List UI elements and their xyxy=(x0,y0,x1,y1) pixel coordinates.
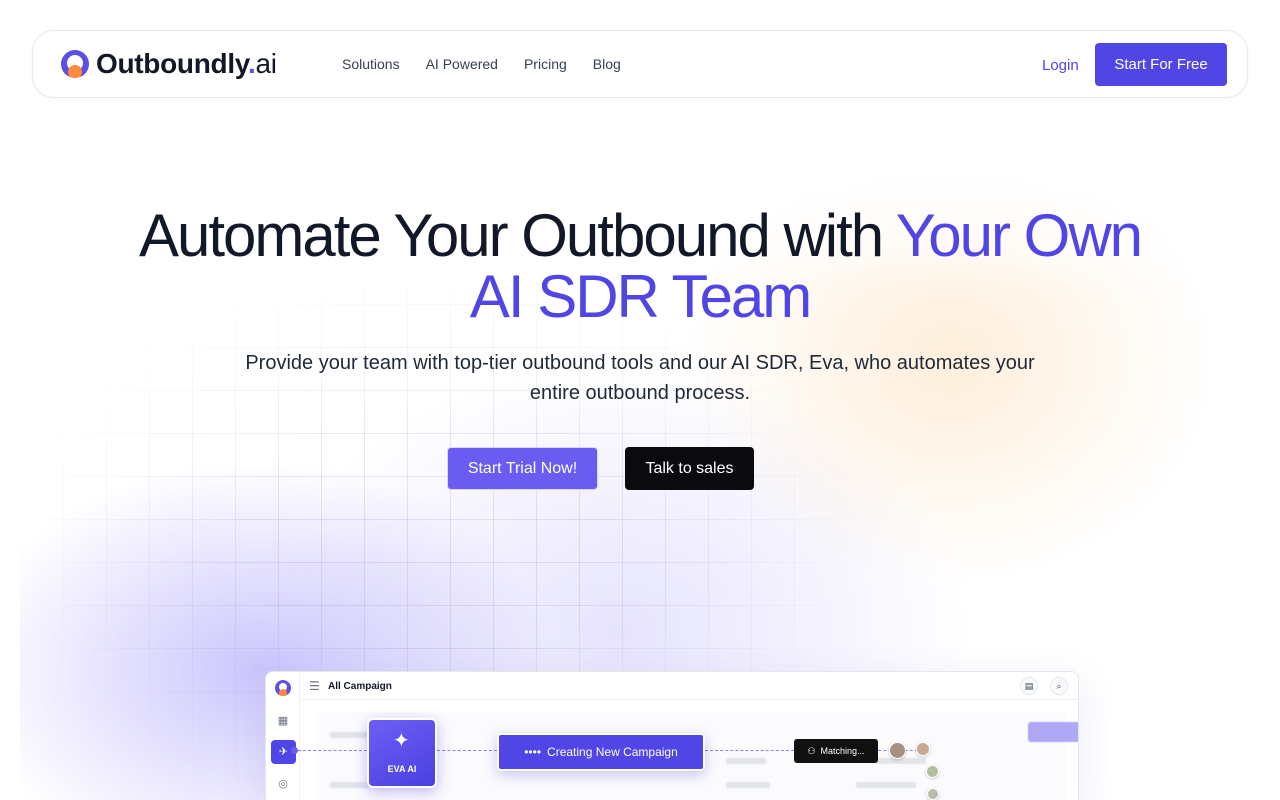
start-for-free-button[interactable]: Start For Free xyxy=(1095,43,1227,86)
app-page-title: All Campaign xyxy=(328,681,392,692)
matching-chip: ⚇ Matching... xyxy=(794,739,878,763)
flag-icon[interactable]: ▤ xyxy=(1020,677,1038,695)
table-row xyxy=(856,782,916,788)
app-topbar: ☰ All Campaign ▤ ⌕ ⇅ xyxy=(300,672,1078,700)
avatar xyxy=(927,788,939,800)
avatar xyxy=(916,742,930,756)
hero-subtitle: Provide your team with top-tier outbound… xyxy=(245,352,1035,404)
nav-item-ai-powered[interactable]: AI Powered xyxy=(426,56,498,72)
login-link[interactable]: Login xyxy=(1042,57,1079,74)
logo-wordmark: Outboundly.ai xyxy=(96,48,277,79)
search-icon[interactable]: ⌕ xyxy=(1050,677,1068,695)
start-trial-button[interactable]: Start Trial Now! xyxy=(447,447,598,490)
avatar xyxy=(926,765,939,778)
globe-icon[interactable]: ◎ xyxy=(276,777,290,791)
talk-to-sales-button[interactable]: Talk to sales xyxy=(625,447,754,490)
logo-mark-icon xyxy=(61,50,89,78)
nav-item-pricing[interactable]: Pricing xyxy=(524,56,567,72)
table-row xyxy=(330,732,370,738)
top-navbar: Outboundly.ai Solutions AI Powered Prici… xyxy=(32,30,1248,98)
main-menu: Solutions AI Powered Pricing Blog xyxy=(342,56,621,72)
brand-logo[interactable]: Outboundly.ai xyxy=(61,47,277,81)
connector-dot xyxy=(291,747,298,754)
avatar xyxy=(889,742,906,759)
new-campaign-button[interactable] xyxy=(1028,722,1078,742)
nav-item-solutions[interactable]: Solutions xyxy=(342,56,400,72)
menu-icon[interactable]: ☰ xyxy=(309,679,320,693)
table-row xyxy=(726,782,770,788)
sparkle-icon: ✦ xyxy=(393,730,410,752)
loading-dots-icon: •••• xyxy=(524,745,542,759)
table-row xyxy=(726,758,766,764)
app-logo-icon xyxy=(275,680,291,696)
app-sidebar: ▦ ✈ ◎ xyxy=(266,672,300,800)
people-icon: ⚇ xyxy=(807,745,816,756)
connector-line xyxy=(298,750,367,751)
nav-item-blog[interactable]: Blog xyxy=(593,56,621,72)
table-row xyxy=(876,758,926,764)
connector-line xyxy=(437,750,497,751)
grid-icon[interactable]: ▦ xyxy=(276,714,290,728)
creating-campaign-chip: •••• Creating New Campaign xyxy=(497,733,705,771)
hero-title: Automate Your Outbound with Your Own AI … xyxy=(138,202,1143,330)
eva-ai-card[interactable]: ✦ EVA AI xyxy=(367,718,437,788)
eva-ai-label: EVA AI xyxy=(387,764,417,774)
connector-line xyxy=(705,750,794,751)
